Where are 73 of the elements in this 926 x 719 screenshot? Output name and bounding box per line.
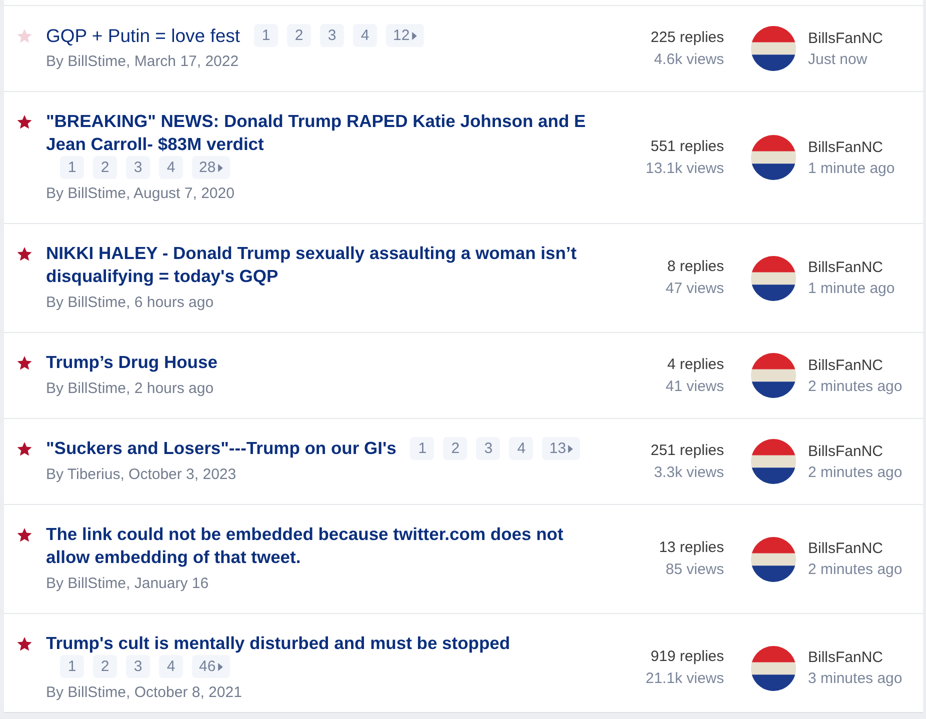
- replies-count: 251 replies: [650, 440, 724, 460]
- topic-byline: By BillStime, October 8, 2021: [46, 684, 242, 701]
- last-post-time: 2 minutes ago: [808, 462, 902, 482]
- last-post-time: 1 minute ago: [808, 279, 895, 299]
- page-link[interactable]: 3: [126, 156, 150, 179]
- topic-title-link[interactable]: Trump's cult is mentally disturbed and must be stopped: [46, 632, 510, 655]
- avatar-icon[interactable]: [751, 26, 796, 71]
- avatar-icon[interactable]: [751, 646, 796, 690]
- last-post-time: 1 minute ago: [808, 158, 895, 178]
- replies-count: 225 replies: [650, 28, 724, 48]
- replies-count: 4 replies: [667, 354, 724, 374]
- page-link[interactable]: 13: [542, 437, 580, 460]
- last-poster-link[interactable]: BillsFanNC: [808, 28, 884, 48]
- page-link[interactable]: 2: [287, 24, 312, 47]
- page-link[interactable]: 1: [410, 437, 434, 460]
- topic-byline: By Tiberius, October 3, 2023: [46, 466, 236, 483]
- replies-count: 8 replies: [667, 257, 724, 277]
- topic-title-link[interactable]: GQP + Putin = love fest: [46, 24, 240, 47]
- topic-byline: By BillStime, August 7, 2020: [46, 185, 234, 202]
- caret-icon: [218, 164, 223, 172]
- last-post-time: 2 minutes ago: [808, 376, 902, 396]
- page-link[interactable]: 3: [476, 437, 500, 460]
- views-count: 13.1k views: [646, 158, 724, 178]
- page-link[interactable]: 12: [386, 24, 424, 47]
- avatar-icon[interactable]: [751, 353, 796, 398]
- replies-count: 13 replies: [658, 538, 724, 558]
- avatar-icon[interactable]: [751, 536, 796, 582]
- avatar-icon[interactable]: [751, 135, 796, 180]
- topic-title-link[interactable]: Trump’s Drug House: [46, 351, 218, 374]
- last-poster-link[interactable]: BillsFanNC: [808, 136, 884, 158]
- topic-title-link[interactable]: The link could not be embedded because twitter.com does not allow embedding of that tweet.: [46, 523, 608, 569]
- topic-byline: By BillStime, March 17, 2022: [46, 53, 239, 70]
- replies-count: 551 replies: [650, 136, 724, 156]
- views-count: 85 views: [666, 560, 724, 580]
- topic-byline: By BillStime, 6 hours ago: [46, 294, 214, 311]
- caret-icon: [412, 32, 417, 40]
- last-poster-link[interactable]: BillsFanNC: [808, 440, 884, 462]
- last-poster-link[interactable]: BillsFanNC: [808, 647, 884, 668]
- replies-count: 919 replies: [650, 647, 724, 667]
- page-link[interactable]: 3: [126, 655, 150, 678]
- last-post-time: 2 minutes ago: [808, 560, 902, 580]
- views-count: 3.3k views: [654, 462, 724, 482]
- page-link[interactable]: 2: [93, 655, 117, 678]
- topic-title-link[interactable]: NIKKI HALEY - Donald Trump sexually assaulting a woman isn’t disqualifying = today's GQP: [46, 242, 608, 288]
- avatar-icon[interactable]: [751, 256, 796, 300]
- views-count: 4.6k views: [654, 50, 724, 70]
- caret-icon: [218, 662, 223, 670]
- topic-title-link[interactable]: "BREAKING" NEWS: Donald Trump RAPED Katie Johnson and E Jean Carroll- $83M verdict: [46, 110, 608, 156]
- views-count: 47 views: [666, 279, 724, 299]
- page-link[interactable]: 2: [443, 437, 468, 460]
- page-link[interactable]: 46: [192, 655, 230, 678]
- topic-title-link[interactable]: "Suckers and Losers"---Trump on our GI's: [46, 437, 396, 460]
- topic-byline: By BillStime, January 16: [46, 575, 209, 592]
- topic-byline: By BillStime, 2 hours ago: [46, 380, 214, 397]
- last-poster-link[interactable]: BillsFanNC: [808, 354, 884, 376]
- last-post-time: 3 minutes ago: [808, 669, 902, 689]
- views-count: 41 views: [666, 376, 724, 396]
- page-link[interactable]: 1: [60, 156, 84, 179]
- views-count: 21.1k views: [646, 669, 724, 689]
- page-link[interactable]: 4: [353, 24, 378, 47]
- last-post-time: Just now: [808, 50, 868, 70]
- page-link[interactable]: 4: [509, 437, 534, 460]
- page-link[interactable]: 4: [159, 655, 183, 678]
- page-link[interactable]: 28: [192, 156, 230, 179]
- page-link[interactable]: 1: [60, 655, 84, 678]
- page-link[interactable]: 2: [93, 156, 117, 179]
- page-link[interactable]: 4: [159, 156, 183, 179]
- page-link[interactable]: 3: [320, 24, 344, 47]
- page-link[interactable]: 1: [254, 24, 278, 47]
- avatar-icon[interactable]: [751, 439, 796, 484]
- caret-icon: [568, 444, 574, 452]
- last-poster-link[interactable]: BillsFanNC: [808, 257, 884, 278]
- last-poster-link[interactable]: BillsFanNC: [808, 538, 884, 559]
